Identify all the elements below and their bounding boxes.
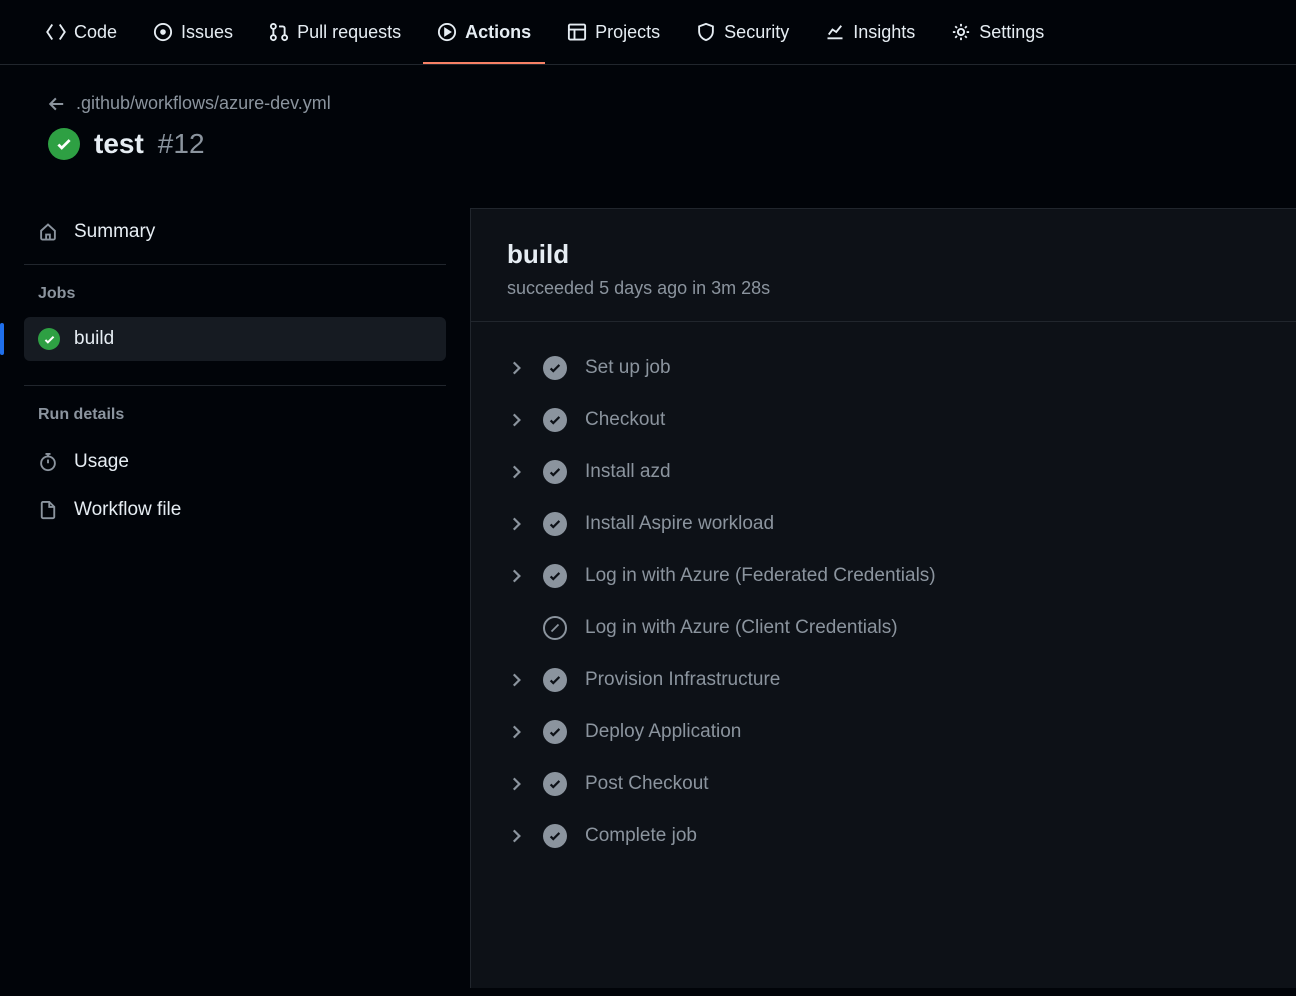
step-name: Install Aspire workload <box>585 513 1260 535</box>
sidebar-job-build[interactable]: build <box>24 317 446 361</box>
tab-security[interactable]: Security <box>682 0 803 64</box>
run-header: .github/workflows/azure-dev.yml test #12 <box>0 65 1296 168</box>
skip-icon <box>543 616 567 640</box>
jobs-heading: Jobs <box>24 285 446 303</box>
check-icon <box>543 564 567 588</box>
check-icon <box>543 356 567 380</box>
step-row[interactable]: Provision Infrastructure <box>491 654 1276 706</box>
step-name: Complete job <box>585 825 1260 847</box>
run-title-row: test #12 <box>48 128 1248 160</box>
stopwatch-icon <box>38 452 58 472</box>
tab-code[interactable]: Code <box>32 0 131 64</box>
tab-pull-requests[interactable]: Pull requests <box>255 0 415 64</box>
step-row[interactable]: Log in with Azure (Client Credentials) <box>491 602 1276 654</box>
step-row[interactable]: Complete job <box>491 810 1276 862</box>
sidebar-item-label: Usage <box>74 451 129 473</box>
job-status-line: succeeded 5 days ago in 3m 28s <box>507 278 1260 299</box>
check-icon <box>543 824 567 848</box>
step-row[interactable]: Log in with Azure (Federated Credentials… <box>491 550 1276 602</box>
step-row[interactable]: Set up job <box>491 342 1276 394</box>
tab-insights[interactable]: Insights <box>811 0 929 64</box>
step-row[interactable]: Install Aspire workload <box>491 498 1276 550</box>
check-icon <box>543 460 567 484</box>
breadcrumb[interactable]: .github/workflows/azure-dev.yml <box>48 93 1248 114</box>
step-row[interactable]: Checkout <box>491 394 1276 446</box>
sidebar-item-label: Summary <box>74 221 155 243</box>
sidebar: Summary Jobs build Run details Usage Wor… <box>0 208 470 988</box>
tab-label: Actions <box>465 22 531 43</box>
check-icon <box>543 668 567 692</box>
step-row[interactable]: Install azd <box>491 446 1276 498</box>
tab-label: Issues <box>181 22 233 43</box>
issue-icon <box>153 22 173 42</box>
divider <box>24 264 446 265</box>
repo-tabs: Code Issues Pull requests Actions Projec… <box>0 0 1296 65</box>
sidebar-item-label: Workflow file <box>74 499 181 521</box>
tab-label: Insights <box>853 22 915 43</box>
sidebar-item-summary[interactable]: Summary <box>24 208 446 256</box>
tab-label: Pull requests <box>297 22 401 43</box>
step-name: Log in with Azure (Federated Credentials… <box>585 565 1260 587</box>
check-icon <box>543 408 567 432</box>
tab-projects[interactable]: Projects <box>553 0 674 64</box>
job-header: build succeeded 5 days ago in 3m 28s <box>471 209 1296 322</box>
sidebar-item-usage[interactable]: Usage <box>24 438 446 486</box>
arrow-left-icon <box>48 95 66 113</box>
step-row[interactable]: Post Checkout <box>491 758 1276 810</box>
home-icon <box>38 222 58 242</box>
workflow-path: .github/workflows/azure-dev.yml <box>76 93 331 114</box>
tab-label: Security <box>724 22 789 43</box>
run-details-heading: Run details <box>24 406 446 424</box>
tab-label: Code <box>74 22 117 43</box>
code-icon <box>46 22 66 42</box>
step-row[interactable]: Deploy Application <box>491 706 1276 758</box>
tab-settings[interactable]: Settings <box>937 0 1058 64</box>
steps-list: Set up job Checkout Install azd Install Asp… <box>471 322 1296 882</box>
step-name: Post Checkout <box>585 773 1260 795</box>
run-name: test <box>94 128 144 160</box>
job-status-success-icon <box>38 328 60 350</box>
graph-icon <box>825 22 845 42</box>
sidebar-item-workflow-file[interactable]: Workflow file <box>24 486 446 534</box>
gear-icon <box>951 22 971 42</box>
step-name: Set up job <box>585 357 1260 379</box>
job-title: build <box>507 239 1260 270</box>
shield-icon <box>696 22 716 42</box>
file-icon <box>38 500 58 520</box>
step-name: Install azd <box>585 461 1260 483</box>
tab-issues[interactable]: Issues <box>139 0 247 64</box>
tab-actions[interactable]: Actions <box>423 0 545 64</box>
tab-label: Projects <box>595 22 660 43</box>
check-icon <box>543 512 567 536</box>
pr-icon <box>269 22 289 42</box>
step-name: Log in with Azure (Client Credentials) <box>585 617 1260 639</box>
play-icon <box>437 22 457 42</box>
check-icon <box>543 772 567 796</box>
run-number: #12 <box>158 128 205 160</box>
tab-label: Settings <box>979 22 1044 43</box>
run-status-success-icon <box>48 128 80 160</box>
step-name: Deploy Application <box>585 721 1260 743</box>
projects-icon <box>567 22 587 42</box>
check-icon <box>543 720 567 744</box>
step-name: Provision Infrastructure <box>585 669 1260 691</box>
job-panel: build succeeded 5 days ago in 3m 28s Set… <box>470 208 1296 988</box>
job-label: build <box>74 328 114 350</box>
divider <box>24 385 446 386</box>
step-name: Checkout <box>585 409 1260 431</box>
